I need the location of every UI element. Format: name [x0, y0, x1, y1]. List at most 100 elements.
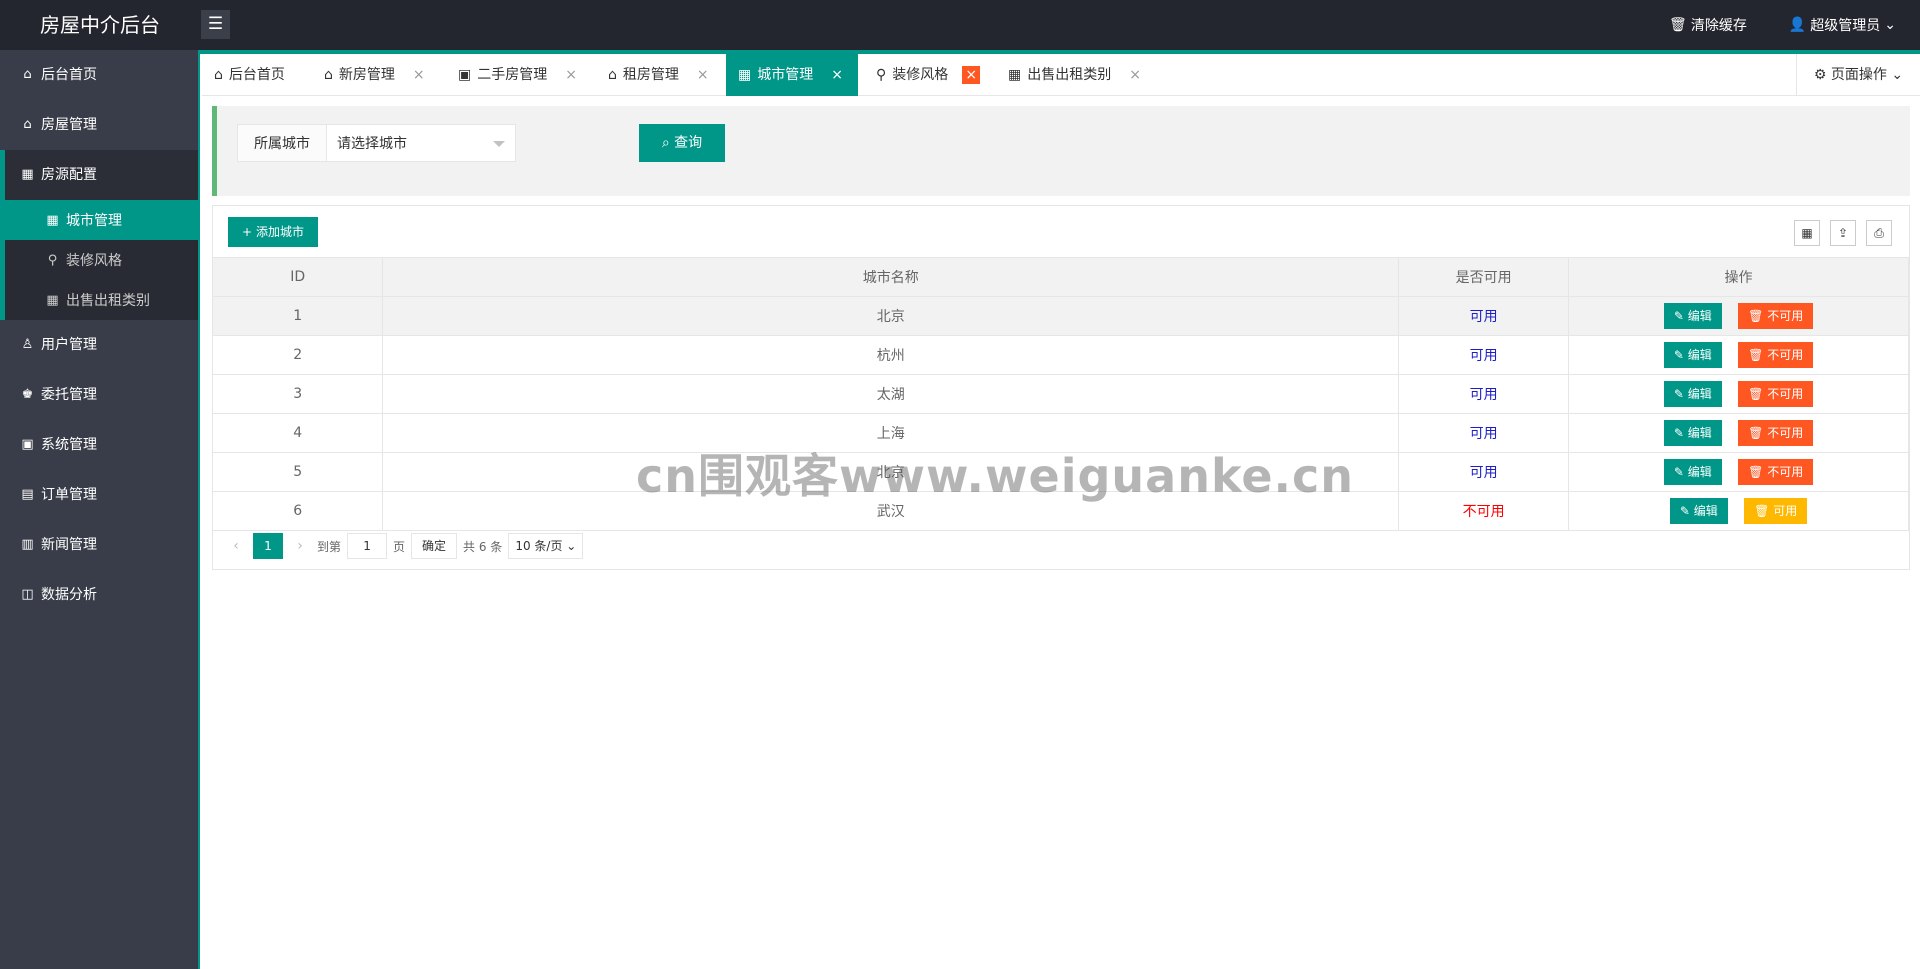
tab-city[interactable]: ▦ 城市管理 ×	[726, 54, 858, 96]
tab-new-house[interactable]: ⌂ 新房管理 ×	[312, 54, 437, 96]
sidebar-subitem-decor[interactable]: ⚲ 装修风格	[0, 240, 200, 280]
close-icon[interactable]: ×	[565, 54, 577, 96]
cell-id: 5	[213, 452, 384, 492]
clear-cache-button[interactable]: 🗑 清除缓存	[1669, 15, 1747, 35]
disable-button[interactable]: 🗑 不可用	[1738, 380, 1814, 407]
edit-label: 编辑	[1687, 308, 1712, 323]
sidebar-item-home[interactable]: ⌂ 后台首页	[0, 50, 200, 100]
current-page[interactable]: 1	[253, 533, 283, 559]
cell-status: 不可用	[1398, 491, 1570, 531]
column-header-id: ID	[213, 258, 384, 297]
system-icon: ▣	[21, 437, 34, 452]
columns-filter-icon[interactable]: ▦	[1794, 220, 1820, 246]
cell-status: 可用	[1398, 452, 1570, 492]
cell-name: 太湖	[382, 374, 1400, 414]
sidebar-item-label: 数据分析	[41, 587, 97, 603]
export-icon[interactable]: ⇪	[1830, 220, 1856, 246]
disable-button[interactable]: 🗑 不可用	[1738, 458, 1814, 485]
disable-button[interactable]: 🗑 不可用	[1738, 302, 1814, 329]
tab-category[interactable]: ▦ 出售出租类别 ×	[996, 54, 1153, 96]
page-size-select[interactable]: 10 条/页 ⌄	[508, 533, 584, 559]
news-icon: ▥	[21, 537, 34, 552]
enable-button[interactable]: 🗑 可用	[1744, 497, 1808, 524]
confirm-button[interactable]: 确定	[411, 533, 458, 559]
order-icon: ▤	[21, 487, 34, 502]
sidebar-item-house[interactable]: ⌂ 房屋管理	[0, 100, 200, 150]
sidebar-item-user[interactable]: ♙ 用户管理	[0, 320, 200, 370]
briefcase-icon: ▣	[458, 67, 472, 83]
chevron-down-icon: ⌄	[1884, 17, 1896, 33]
pagination: ‹ 1 › 到第 1 页 确定 共 6 条 10 条/页 ⌄	[213, 526, 584, 566]
add-city-button[interactable]: + 添加城市	[228, 217, 318, 247]
close-icon[interactable]: ×	[697, 54, 709, 96]
plus-icon: +	[242, 225, 253, 239]
menu-toggle-button[interactable]: ☰	[201, 10, 230, 39]
table-row: 3 太湖 可用 ✎ 编辑 🗑 不可用	[213, 374, 1909, 414]
user-menu[interactable]: 👤 超级管理员 ⌄	[1789, 15, 1896, 35]
disable-button[interactable]: 🗑 不可用	[1738, 419, 1814, 446]
home-icon: ⌂	[23, 67, 32, 82]
dropdown-arrow-icon	[493, 141, 505, 147]
city-select[interactable]: 请选择城市	[326, 124, 516, 162]
building-icon: ▦	[46, 212, 59, 228]
pencil-icon: ✎	[1673, 425, 1684, 440]
close-icon[interactable]: ×	[1129, 54, 1141, 96]
cell-actions: ✎ 编辑 🗑 不可用	[1568, 296, 1909, 336]
column-header-actions: 操作	[1568, 258, 1909, 297]
toggle-label: 不可用	[1767, 425, 1804, 440]
tab-rent[interactable]: ⌂ 租房管理 ×	[596, 54, 721, 96]
trash-icon: 🗑	[1748, 386, 1764, 401]
edit-button[interactable]: ✎ 编辑	[1663, 341, 1722, 368]
sidebar-item-analytics[interactable]: ◫ 数据分析	[0, 570, 200, 620]
tab-home[interactable]: ⌂ 后台首页	[202, 54, 297, 96]
tab-label: 装修风格	[892, 67, 949, 83]
sidebar-item-system[interactable]: ▣ 系统管理	[0, 420, 200, 470]
disable-button[interactable]: 🗑 不可用	[1738, 341, 1814, 368]
cell-actions: ✎ 编辑 🗑 不可用	[1568, 374, 1909, 414]
sidebar-subitem-city[interactable]: ▦ 城市管理	[0, 200, 200, 240]
trash-icon: 🗑	[1754, 503, 1770, 518]
sidebar: ⌂ 后台首页 ⌂ 房屋管理 ▦ 房源配置 ▦ 城市管理 ⚲ 装修风格 ▦ 出售出…	[0, 50, 200, 969]
sidebar-item-label: 后台首页	[41, 67, 97, 83]
edit-button[interactable]: ✎ 编辑	[1663, 380, 1722, 407]
column-header-name: 城市名称	[382, 258, 1400, 297]
sidebar-item-order[interactable]: ▤ 订单管理	[0, 470, 200, 520]
sidebar-item-config[interactable]: ▦ 房源配置	[0, 150, 200, 200]
edit-label: 编辑	[1687, 464, 1712, 479]
edit-button[interactable]: ✎ 编辑	[1663, 458, 1722, 485]
close-icon[interactable]: ×	[831, 54, 843, 96]
close-icon[interactable]: ×	[413, 54, 425, 96]
sidebar-item-entrust[interactable]: ♚ 委托管理	[0, 370, 200, 420]
next-page-icon[interactable]: ›	[289, 538, 311, 554]
tab-decor[interactable]: ⚲ 装修风格 ×	[864, 54, 992, 96]
edit-button[interactable]: ✎ 编辑	[1663, 302, 1722, 329]
query-button[interactable]: ⌕ 查询	[639, 124, 725, 162]
pencil-icon: ✎	[1673, 464, 1684, 479]
page-input[interactable]: 1	[347, 533, 388, 559]
data-table-box: + 添加城市 ▦ ⇪ ⎙ ID 城市名称 是否可用 操作 1 北京 可用 ✎ 编…	[212, 205, 1910, 570]
edit-button[interactable]: ✎ 编辑	[1669, 497, 1728, 524]
cell-actions: ✎ 编辑 🗑 不可用	[1568, 413, 1909, 453]
trash-icon: 🗑	[1748, 464, 1764, 479]
close-icon[interactable]: ×	[962, 66, 981, 84]
table-row: 2 杭州 可用 ✎ 编辑 🗑 不可用	[213, 335, 1909, 375]
sidebar-item-news[interactable]: ▥ 新闻管理	[0, 520, 200, 570]
tab-label: 后台首页	[228, 67, 285, 83]
prev-page-icon[interactable]: ‹	[225, 538, 247, 554]
column-header-status: 是否可用	[1398, 258, 1570, 297]
edit-button[interactable]: ✎ 编辑	[1663, 419, 1722, 446]
cell-status: 可用	[1398, 296, 1570, 336]
user-icon: 👤	[1788, 17, 1807, 33]
print-icon[interactable]: ⎙	[1866, 220, 1892, 246]
watermark: cn围观客www.weiguanke.cn	[636, 449, 1355, 503]
building-icon: ▦	[21, 167, 34, 182]
tab-label: 新房管理	[338, 67, 395, 83]
toggle-label: 不可用	[1767, 347, 1804, 362]
sidebar-subitem-category[interactable]: ▦ 出售出租类别	[0, 280, 200, 320]
sidebar-subitem-label: 装修风格	[66, 253, 122, 269]
page-ops-button[interactable]: ⚙ 页面操作 ⌄	[1796, 54, 1920, 96]
tab-second-hand[interactable]: ▣ 二手房管理 ×	[446, 54, 589, 96]
brush-icon: ⚲	[876, 67, 887, 83]
edit-label: 编辑	[1687, 425, 1712, 440]
edit-label: 编辑	[1687, 347, 1712, 362]
